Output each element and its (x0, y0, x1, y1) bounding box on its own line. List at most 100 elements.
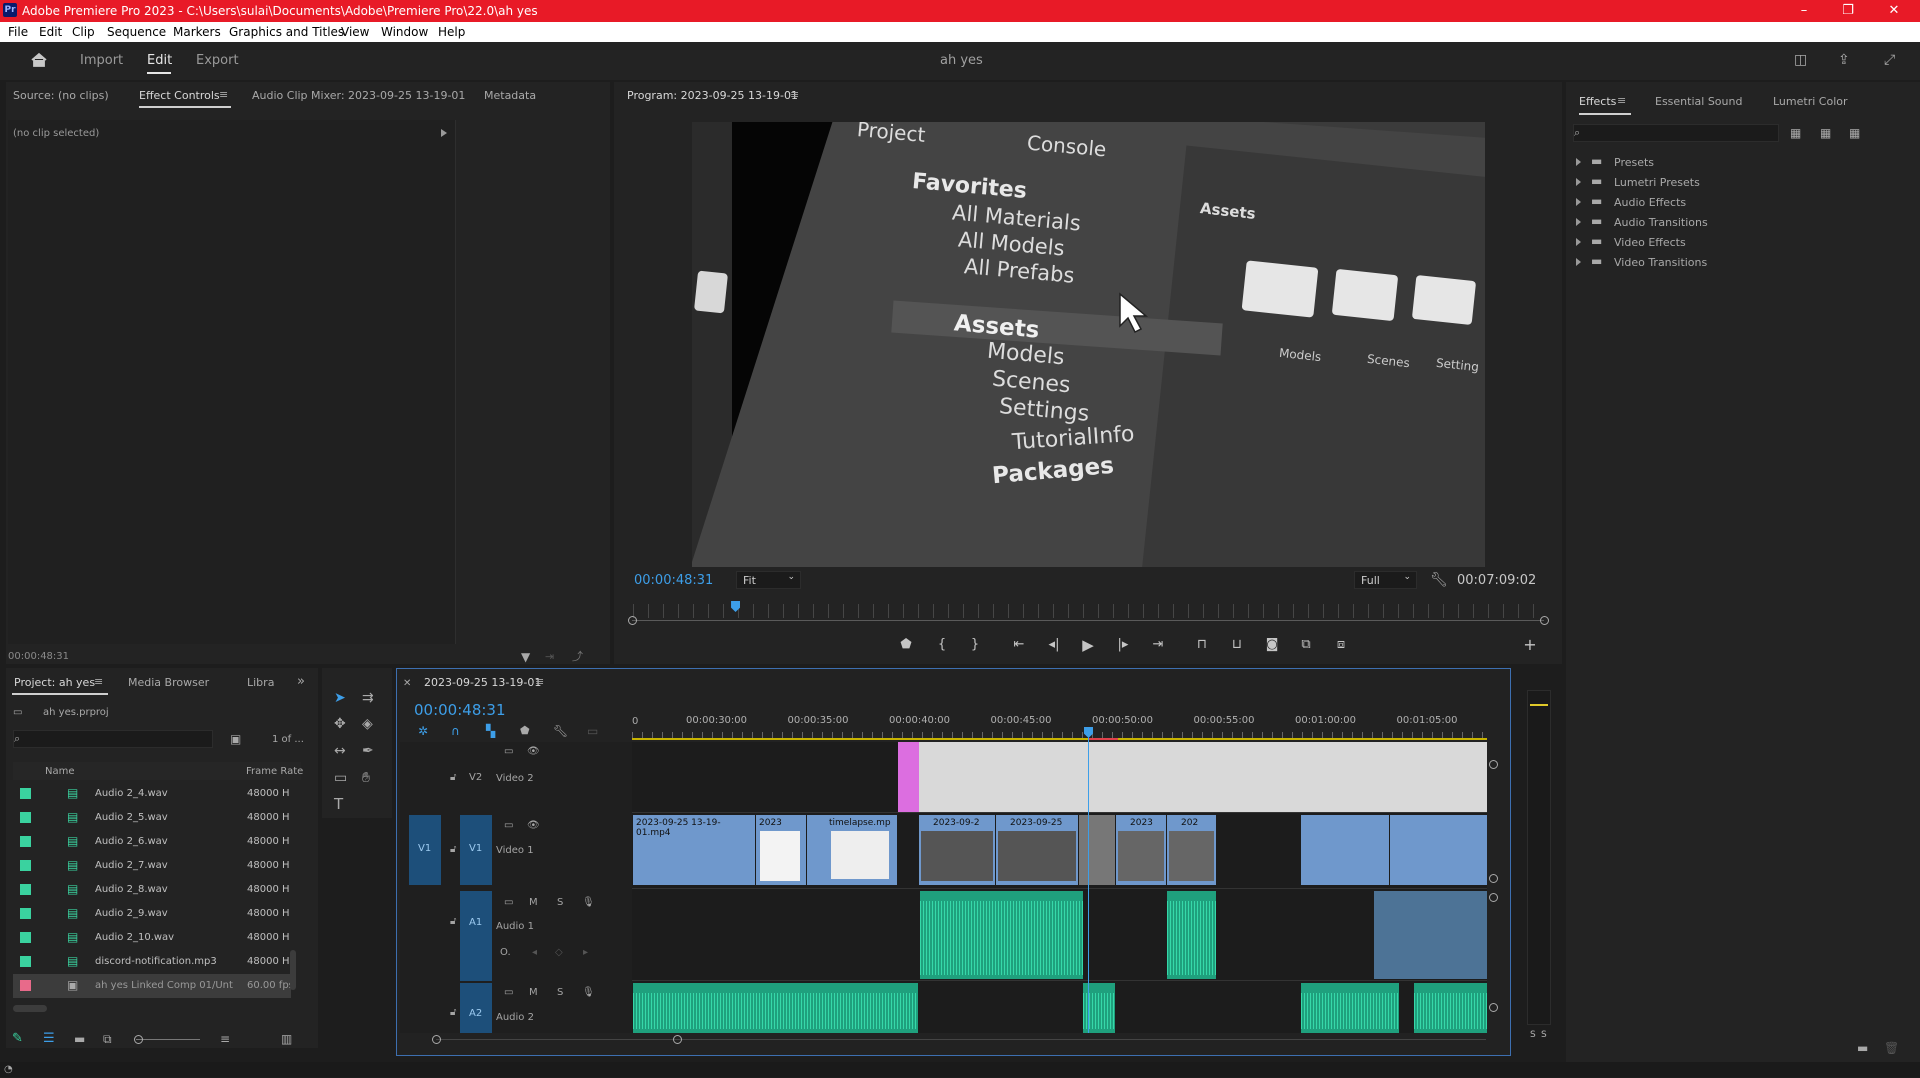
zoom-slider[interactable] (136, 1039, 200, 1040)
audio-clip[interactable] (1374, 891, 1487, 979)
expand-arrow-icon[interactable] (1576, 198, 1581, 206)
label-color-swatch[interactable] (20, 788, 31, 799)
tab-source[interactable]: Source: (no clips) (13, 89, 109, 102)
video-clip[interactable]: 2023-09-25 (996, 815, 1078, 885)
fullscreen-icon[interactable]: ⤢ (1884, 52, 1895, 68)
menu-graphics-titles[interactable]: Graphics and Titles (229, 25, 344, 39)
meter-solo-left[interactable]: S (1530, 1030, 1536, 1040)
go-to-out-icon[interactable]: ⇥ (1149, 636, 1167, 654)
play-icon[interactable]: ▶ (1079, 636, 1097, 654)
write-protect-icon[interactable]: ✎ (12, 1031, 23, 1047)
tab-lumetri-color[interactable]: Lumetri Color (1773, 95, 1848, 108)
tab-effect-controls[interactable]: Effect Controls (139, 89, 220, 102)
effects-search-input[interactable] (1573, 124, 1779, 142)
selection-tool-icon[interactable]: ➤ (334, 690, 346, 706)
step-back-icon[interactable]: ◂| (1045, 636, 1063, 654)
fit-dropdown[interactable]: Fit ⌄ (736, 571, 801, 589)
project-item-row[interactable]: ▤ Audio 2_4.wav 48000 H (13, 782, 291, 806)
vertical-zoom-handle[interactable] (1489, 1003, 1498, 1012)
vertical-zoom-handle[interactable] (1489, 893, 1498, 902)
project-item-row[interactable]: ▤ Audio 2_5.wav 48000 H (13, 806, 291, 830)
mute-button[interactable]: M (529, 897, 538, 908)
lock-icon[interactable]: 🔓︎ (450, 844, 456, 855)
mute-button[interactable]: M (529, 987, 538, 998)
menu-clip[interactable]: Clip (72, 25, 95, 39)
lock-icon[interactable]: 🔓︎ (450, 916, 456, 927)
project-item-row[interactable]: ▤ Audio 2_6.wav 48000 H (13, 830, 291, 854)
new-bin-icon[interactable]: ▬ (1857, 1040, 1868, 1056)
workspaces-icon[interactable]: ◫ (1794, 52, 1807, 68)
proxy-toggle-icon[interactable]: ⧈ (1332, 636, 1350, 654)
zoom-slider-handle[interactable] (134, 1035, 143, 1044)
go-to-in-icon[interactable]: ⇤ (1010, 636, 1028, 654)
sync-lock-icon[interactable]: ▭ (504, 987, 513, 998)
filter-icon[interactable]: ▼ (521, 649, 530, 665)
solo-button[interactable]: S (557, 897, 563, 908)
list-view-icon[interactable]: ☰ (43, 1031, 55, 1047)
video-clip[interactable]: 202 (1167, 815, 1216, 885)
track-select-tool-icon[interactable]: ⇉ (362, 690, 374, 706)
menu-edit[interactable]: Edit (39, 25, 62, 39)
rectangle-tool-icon[interactable]: ▭ (334, 770, 347, 786)
add-marker-icon[interactable]: ⬟ (897, 636, 915, 654)
track-target-a1[interactable] (460, 891, 492, 981)
menu-file[interactable]: File (8, 25, 28, 39)
nest-icon[interactable]: ✲ (418, 723, 428, 739)
step-forward-icon[interactable]: |▸ (1114, 636, 1132, 654)
settings-icon[interactable]: ⤴ (572, 649, 583, 665)
slip-tool-icon[interactable]: ↔ (334, 743, 346, 759)
video-clip[interactable]: 2023 (756, 815, 806, 885)
icon-view-icon[interactable]: ▬ (74, 1031, 85, 1047)
label-color-swatch[interactable] (20, 812, 31, 823)
timeline-zoom-scrollbar[interactable] (436, 1039, 1486, 1040)
lift-icon[interactable]: ⊓ (1193, 636, 1211, 654)
scrub-out-handle[interactable] (1540, 616, 1549, 625)
panel-menu-icon[interactable]: ≡ (219, 87, 228, 103)
pen-tool-icon[interactable]: ✒ (362, 743, 374, 759)
close-sequence-icon[interactable]: ✕ (403, 676, 411, 692)
wrench-icon[interactable]: 🔧︎ (1430, 572, 1448, 588)
program-scrub-track[interactable] (632, 620, 1544, 621)
comparison-view-icon[interactable]: ⧉ (1297, 636, 1315, 654)
volume-knob-icon[interactable]: O. (500, 947, 511, 958)
vertical-zoom-handle[interactable] (1489, 760, 1498, 769)
sync-lock-icon[interactable]: ▭ (504, 820, 513, 831)
button-editor-icon[interactable]: + (1521, 636, 1539, 654)
program-menu-icon[interactable]: ≡ (790, 87, 799, 103)
linked-comp-clip[interactable] (919, 742, 1487, 812)
project-item-row[interactable]: ▤ Audio 2_8.wav 48000 H (13, 878, 291, 902)
menu-help[interactable]: Help (438, 25, 465, 39)
tab-export[interactable]: Export (196, 53, 239, 68)
timeline-playhead-line[interactable] (1088, 730, 1089, 1033)
effects-item[interactable]: ▬ Video Transitions (1576, 252, 1916, 272)
label-color-swatch[interactable] (20, 956, 31, 967)
track-v2-label[interactable]: V2 (469, 772, 482, 783)
toggle-output-icon[interactable]: 👁︎ (527, 746, 540, 757)
toggle-output-icon[interactable]: 👁︎ (527, 820, 540, 831)
share-icon[interactable]: ⇪ (1838, 52, 1850, 68)
project-item-row[interactable]: ▣ ah yes Linked Comp 01/Unt 60.00 fps (13, 974, 294, 998)
project-search-input[interactable] (13, 730, 213, 748)
timeline-settings-icon[interactable]: 🔧︎ (553, 723, 568, 739)
microphone-icon[interactable]: 🎙︎ (582, 897, 595, 908)
project-menu-icon[interactable]: ≡ (94, 674, 103, 690)
expand-arrow-icon[interactable] (1576, 158, 1581, 166)
video-clip[interactable] (1079, 815, 1115, 885)
more-tabs-icon[interactable]: » (297, 674, 305, 690)
expand-arrow-icon[interactable] (1576, 178, 1581, 186)
expand-arrow-icon[interactable] (1576, 258, 1581, 266)
extract-icon[interactable]: ⊔ (1228, 636, 1246, 654)
video-clip[interactable]: timelapse.mp (807, 815, 897, 885)
scrub-in-handle[interactable] (628, 616, 637, 625)
label-color-swatch[interactable] (20, 836, 31, 847)
label-color-swatch[interactable] (20, 860, 31, 871)
project-item-row[interactable]: ▤ Audio 2_7.wav 48000 H (13, 854, 291, 878)
tab-import[interactable]: Import (80, 53, 123, 68)
video-clip[interactable] (1301, 815, 1389, 885)
label-color-swatch[interactable] (20, 908, 31, 919)
zoom-handle-right[interactable] (673, 1035, 682, 1044)
restore-button[interactable]: ❐ (1828, 2, 1868, 20)
menu-markers[interactable]: Markers (173, 25, 221, 39)
minimize-button[interactable]: – (1784, 2, 1824, 20)
new-search-bin-icon[interactable]: ▣ (230, 731, 241, 747)
